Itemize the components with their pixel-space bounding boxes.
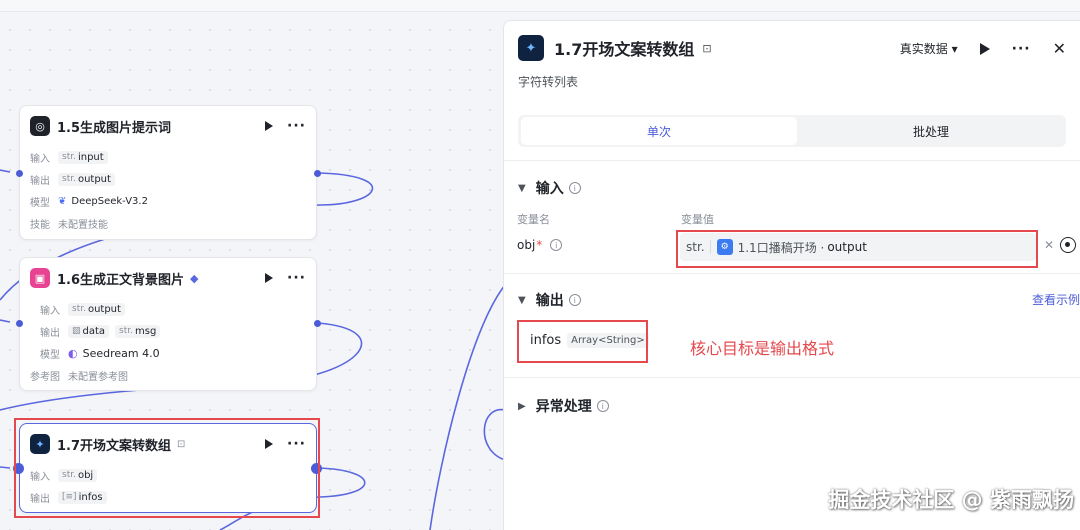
column-header-value: 变量值 — [681, 213, 714, 226]
divider — [504, 377, 1080, 378]
input-section-header[interactable]: ▼ 输入 i — [518, 178, 581, 198]
close-icon[interactable]: ✕ — [1053, 39, 1066, 58]
plugin-icon: ⊡ — [702, 41, 712, 55]
input-port[interactable] — [16, 320, 23, 327]
column-header-name: 变量名 — [517, 213, 550, 226]
chevron-down-icon: ▼ — [518, 294, 526, 306]
image-type-icon: ▨ — [72, 326, 81, 336]
divider — [504, 160, 1080, 161]
highlight-box — [14, 418, 320, 518]
diamond-badge-icon: ◆ — [190, 271, 199, 285]
more-options-button[interactable]: ··· — [1012, 42, 1031, 56]
ai-agent-icon: ◎ — [30, 116, 50, 136]
clear-icon[interactable]: ✕ — [1044, 238, 1054, 252]
node-input-row: 输入 str. output — [20, 298, 316, 320]
node-output-row: 输出 ▨ data str. msg — [20, 320, 316, 342]
reference-picker-icon[interactable] — [1060, 237, 1076, 253]
code-transform-icon: ✦ — [518, 35, 544, 61]
info-icon: i — [568, 182, 581, 194]
node-config-panel: ✦ 1.7开场文案转数组 ⊡ 字符转列表 真实数据 ▾ ··· ✕ 单次 批处理… — [503, 20, 1080, 530]
tab-batch[interactable]: 批处理 — [798, 117, 1064, 145]
node-output-row: 输出 str. output — [20, 168, 316, 190]
output-port[interactable] — [314, 320, 321, 327]
node-model-row: 模型 ◐ Seedream 4.0 — [40, 346, 160, 361]
output-variable-tag: str. output — [58, 172, 115, 186]
deepseek-icon: ❦ — [58, 195, 67, 207]
highlight-box — [517, 320, 648, 363]
chevron-down-icon: ▼ — [518, 182, 526, 194]
seedream-icon: ◐ — [68, 346, 78, 360]
input-variable-name: obj * i — [517, 238, 563, 252]
more-options-button[interactable]: ··· — [287, 119, 306, 133]
data-mode-dropdown[interactable]: 真实数据 ▾ — [900, 40, 958, 57]
run-test-button[interactable] — [979, 42, 990, 55]
divider — [504, 273, 1080, 274]
image-generation-icon: ▣ — [30, 268, 50, 288]
view-example-link[interactable]: 查看示例 — [1032, 291, 1080, 308]
node-title: 1.6生成正文背景图片 — [57, 272, 185, 288]
node-reference-row: 参考图 未配置参考图 — [30, 371, 128, 383]
more-options-button[interactable]: ··· — [287, 271, 306, 285]
error-handling-section-header[interactable]: ▶ 异常处理 i — [518, 396, 609, 416]
input-variable-tag: str. output — [68, 302, 125, 316]
output-section-header[interactable]: ▼ 输出 i — [518, 290, 581, 310]
highlight-box — [676, 230, 1038, 268]
node-skill-row: 技能 未配置技能 — [30, 219, 108, 231]
run-node-button[interactable] — [265, 273, 274, 283]
node-1-6[interactable]: ▣ 1.6生成正文背景图片 ◆ ··· 输入 str. output 输出 ▨ da… — [19, 257, 317, 391]
output-port[interactable] — [314, 170, 321, 177]
input-port[interactable] — [16, 170, 23, 177]
chevron-right-icon: ▶ — [518, 400, 526, 412]
info-icon: i — [596, 400, 609, 412]
node-input-row: 输入 str. input — [20, 146, 316, 168]
node-title: 1.5生成图片提示词 — [57, 120, 172, 136]
info-icon: i — [568, 294, 581, 306]
node-1-5[interactable]: ◎ 1.5生成图片提示词 ··· 输入 str. input 输出 str. out… — [19, 105, 317, 240]
output-variable-tag: ▨ data — [68, 324, 110, 338]
run-node-button[interactable] — [265, 121, 274, 131]
output-variable-tag: str. msg — [115, 324, 161, 338]
node-model-row: 模型 ❦ DeepSeek-V3.2 — [30, 195, 148, 209]
tab-single[interactable]: 单次 — [521, 117, 797, 145]
panel-title: 1.7开场文案转数组 — [554, 40, 695, 59]
watermark: 掘金技术社区 @ 紫雨飘扬 — [828, 488, 1074, 512]
info-icon: i — [550, 239, 563, 251]
input-variable-tag: str. input — [58, 150, 108, 164]
panel-subtitle: 字符转列表 — [518, 75, 579, 89]
run-mode-tabs: 单次 批处理 — [518, 115, 1066, 147]
annotation-text: 核心目标是输出格式 — [690, 339, 835, 358]
